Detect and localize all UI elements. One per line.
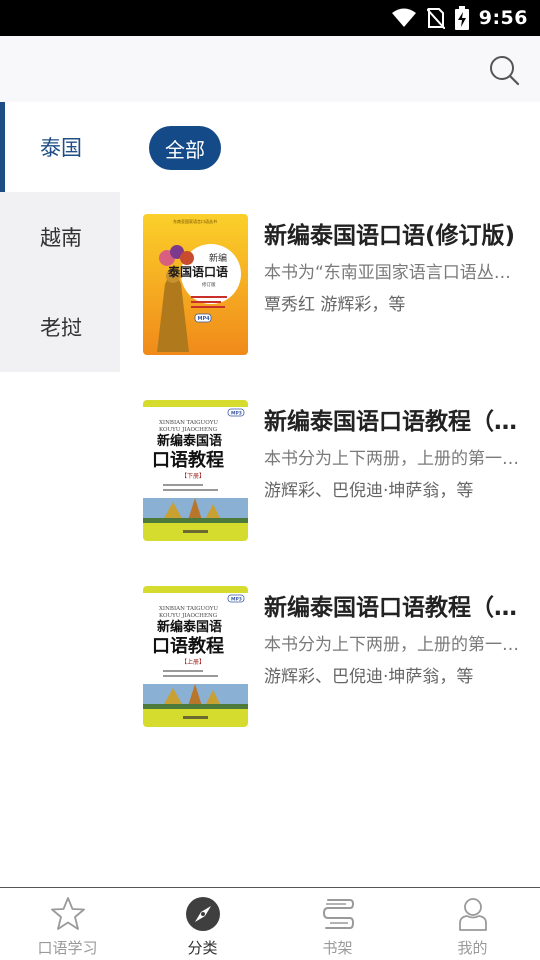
svg-text:XINBIAN TAIGUOYU: XINBIAN TAIGUOYU — [159, 606, 218, 612]
svg-text:新编泰国语: 新编泰国语 — [157, 619, 222, 635]
svg-text:KOUYU JIAOCHENG: KOUYU JIAOCHENG — [159, 427, 217, 433]
bookshelf-icon — [322, 899, 354, 929]
book-cover-image: 东南亚国家语言口语丛书 新编 泰国语口语 修订版 MP4 — [143, 214, 248, 355]
nav-label: 口语学习 — [37, 939, 98, 957]
nav-label: 分类 — [187, 939, 218, 957]
book-item[interactable]: MP3 XINBIAN TAIGUOYU KOUYU JIAOCHENG 新编泰… — [143, 400, 523, 542]
category-sidebar: 泰国 越南 老挝 — [0, 102, 120, 372]
nav-label: 书架 — [322, 939, 353, 957]
category-vietnam[interactable]: 越南 — [0, 192, 120, 282]
category-thailand[interactable]: 泰国 — [0, 102, 120, 192]
book-authors: 覃秀红 游辉彩，等 — [264, 295, 406, 315]
book-item[interactable]: MP3 XINBIAN TAIGUOYU KOUYU JIAOCHENG 新编泰… — [143, 586, 523, 728]
svg-text:新编泰国语: 新编泰国语 — [157, 433, 222, 449]
svg-text:XINBIAN TAIGUOYU: XINBIAN TAIGUOYU — [159, 420, 218, 426]
svg-text:MP3: MP3 — [231, 411, 242, 417]
book-description: 本书为“东南亚国家语言口语丛书”之一 — [264, 263, 522, 283]
svg-text:【下册】: 【下册】 — [181, 473, 205, 480]
book-description: 本书分为上下两册，上册的第一部分 — [264, 449, 522, 469]
status-icons: 9:56 — [391, 0, 528, 36]
top-header — [0, 36, 540, 102]
battery-charging-icon — [454, 6, 469, 30]
nav-profile[interactable]: 我的 — [405, 888, 540, 960]
book-title: 新编泰国语口语教程（上册） — [264, 595, 522, 621]
book-authors: 游辉彩、巴倪迪·坤萨翁，等 — [264, 667, 474, 687]
bottom-navigation: 口语学习 分类 书架 我的 — [0, 887, 540, 960]
svg-text:口语教程: 口语教程 — [152, 449, 224, 471]
wifi-icon — [391, 8, 416, 27]
search-icon[interactable] — [488, 54, 520, 86]
status-bar: 9:56 — [0, 0, 540, 36]
nav-bookshelf[interactable]: 书架 — [270, 888, 405, 960]
svg-text:修订版: 修订版 — [202, 281, 216, 288]
filter-all-chip[interactable]: 全部 — [149, 126, 221, 170]
nav-label: 我的 — [457, 939, 488, 957]
book-title: 新编泰国语口语(修订版) — [264, 223, 516, 249]
book-description: 本书分为上下两册，上册的第一部分 — [264, 635, 522, 655]
svg-text:MP4: MP4 — [198, 316, 211, 322]
svg-text:KOUYU JIAOCHENG: KOUYU JIAOCHENG — [159, 613, 217, 619]
category-label: 泰国 — [40, 136, 82, 160]
book-authors: 游辉彩、巴倪迪·坤萨翁，等 — [264, 481, 474, 501]
book-item[interactable]: 东南亚国家语言口语丛书 新编 泰国语口语 修订版 MP4 新编泰国语口语(修订版… — [143, 214, 523, 356]
svg-text:口语教程: 口语教程 — [152, 635, 224, 657]
nav-category[interactable]: 分类 — [135, 888, 270, 960]
book-cover-image: MP3 XINBIAN TAIGUOYU KOUYU JIAOCHENG 新编泰… — [143, 400, 248, 541]
compass-icon — [185, 897, 220, 931]
svg-text:东南亚国家语言口语丛书: 东南亚国家语言口语丛书 — [173, 218, 217, 224]
status-time: 9:56 — [478, 7, 528, 29]
filter-label: 全部 — [165, 137, 205, 162]
svg-text:泰国语口语: 泰国语口语 — [167, 264, 228, 279]
book-cover-image: MP3 XINBIAN TAIGUOYU KOUYU JIAOCHENG 新编泰… — [143, 586, 248, 727]
svg-text:【上册】: 【上册】 — [181, 658, 205, 666]
person-icon — [458, 898, 487, 931]
category-label: 老挝 — [40, 316, 82, 340]
nav-speaking-practice[interactable]: 口语学习 — [0, 888, 135, 960]
category-label: 越南 — [40, 226, 82, 250]
book-title: 新编泰国语口语教程（下册） — [264, 409, 522, 435]
category-laos[interactable]: 老挝 — [0, 282, 120, 372]
svg-text:MP3: MP3 — [231, 597, 242, 603]
no-sim-icon — [426, 8, 445, 29]
star-icon — [50, 897, 85, 930]
svg-text:新编: 新编 — [209, 252, 227, 264]
